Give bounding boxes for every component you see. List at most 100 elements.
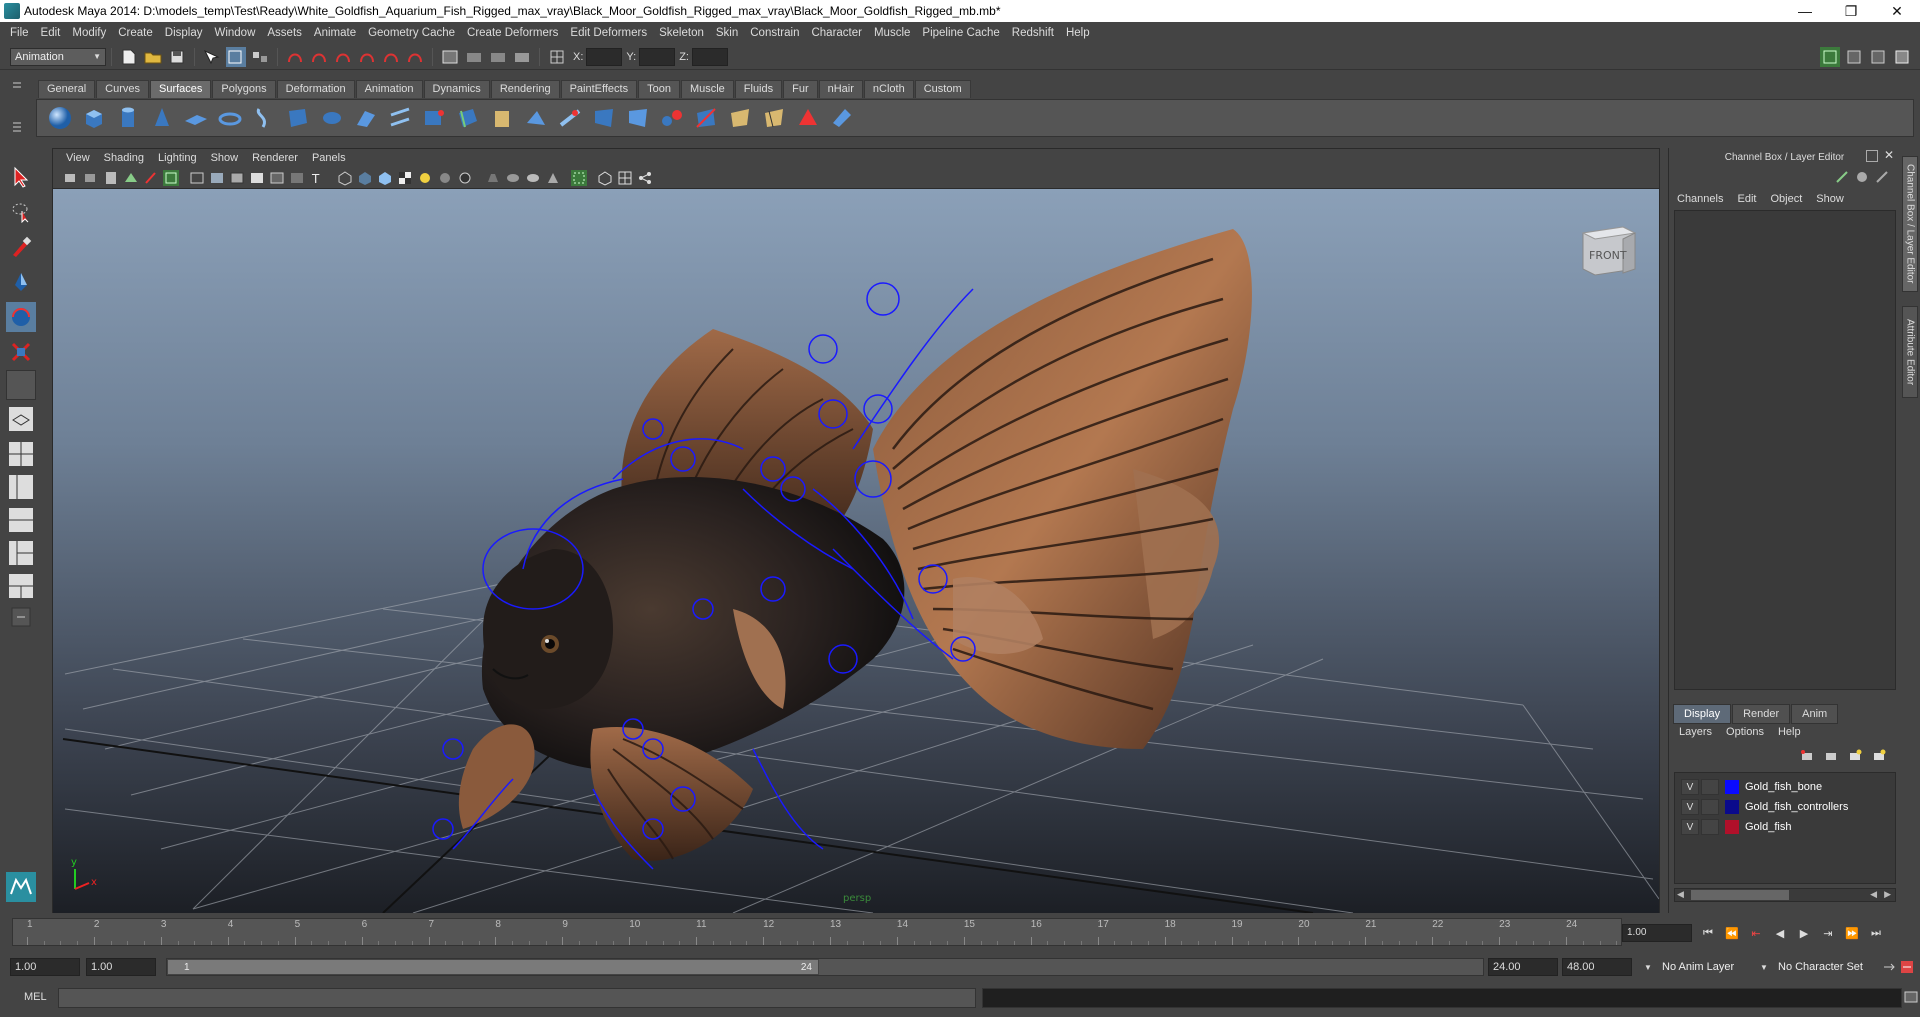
channel-box-pin-icon[interactable] <box>1874 169 1890 185</box>
layer-menu-layers[interactable]: Layers <box>1679 726 1712 738</box>
layer-visibility-toggle[interactable]: V <box>1681 819 1699 835</box>
layer-menu-options[interactable]: Options <box>1726 726 1764 738</box>
vtab-channel-box[interactable]: Channel Box / Layer Editor <box>1902 156 1918 292</box>
x-field[interactable] <box>586 47 623 66</box>
resolution-gate-icon[interactable] <box>485 170 501 186</box>
new-scene-icon[interactable] <box>119 47 139 67</box>
move-layer-down-icon[interactable] <box>1823 748 1839 764</box>
attach-icon[interactable] <box>657 103 687 133</box>
intersect-icon[interactable] <box>555 103 585 133</box>
menu-edit-deformers[interactable]: Edit Deformers <box>564 27 653 39</box>
snap-grid-icon[interactable] <box>285 47 305 67</box>
revolve-icon[interactable] <box>249 103 279 133</box>
bookmarks-icon[interactable] <box>103 170 119 186</box>
shelf-tab-deformation[interactable]: Deformation <box>276 80 355 98</box>
shadows-icon[interactable] <box>417 170 433 186</box>
lasso-tool-icon[interactable] <box>6 197 36 227</box>
step-forward-key-icon[interactable]: ⏩ <box>1840 924 1864 942</box>
outliner-persp-layout-icon[interactable] <box>6 571 36 601</box>
channel-list[interactable] <box>1674 210 1896 690</box>
mel-label[interactable]: MEL <box>24 991 47 1003</box>
menu-skeleton[interactable]: Skeleton <box>653 27 710 39</box>
cb-menu-edit[interactable]: Edit <box>1737 193 1756 205</box>
insert-isoparm-icon[interactable] <box>759 103 789 133</box>
motion-blur-icon[interactable] <box>457 170 473 186</box>
z-field[interactable] <box>691 47 728 66</box>
time-slider-track[interactable]: 1 2 3 4 5 6 7 8 9 10 11 12 13 14 15 16 17 18 19 20 21 22 23 24 <box>12 918 1622 946</box>
playback-start-field[interactable]: 1.00 <box>86 958 156 976</box>
loft-icon[interactable] <box>283 103 313 133</box>
four-pane-layout-icon[interactable] <box>6 439 36 469</box>
snap-curve-icon[interactable] <box>309 47 329 67</box>
texture-icon[interactable]: T <box>309 170 325 186</box>
rotate-tool-icon[interactable] <box>6 302 36 332</box>
shelf-tab-fur[interactable]: Fur <box>783 80 818 98</box>
vp-menu-shading[interactable]: Shading <box>97 152 151 164</box>
layer-menu-help[interactable]: Help <box>1778 726 1801 738</box>
transform-mode-icon[interactable] <box>547 47 567 67</box>
detach-icon[interactable] <box>691 103 721 133</box>
layer-tab-anim[interactable]: Anim <box>1791 704 1839 724</box>
select-component-icon[interactable] <box>250 47 270 67</box>
minimize-button[interactable]: — <box>1782 0 1828 22</box>
layer-reference-toggle[interactable] <box>1701 779 1719 795</box>
open-scene-icon[interactable] <box>143 47 163 67</box>
extrude-icon[interactable] <box>351 103 381 133</box>
menu-character[interactable]: Character <box>805 27 868 39</box>
paint-select-tool-icon[interactable] <box>6 232 36 262</box>
close-button[interactable]: ✕ <box>1874 0 1920 22</box>
menu-animate[interactable]: Animate <box>308 27 362 39</box>
layer-color-swatch[interactable] <box>1725 780 1739 794</box>
toolbox-menu-icon[interactable] <box>6 602 36 632</box>
scroll-left-icon[interactable]: ◀ <box>1677 889 1684 900</box>
start-time-field[interactable]: 1.00 <box>10 958 80 976</box>
snap-point-icon[interactable] <box>333 47 353 67</box>
nurbs-torus-icon[interactable] <box>215 103 245 133</box>
wireframe-icon[interactable] <box>189 170 205 186</box>
playback-end-field[interactable]: 24.00 <box>1488 958 1558 976</box>
y-field[interactable] <box>639 47 676 66</box>
rebuild-icon[interactable] <box>725 103 755 133</box>
shelf-tab-curves[interactable]: Curves <box>96 80 149 98</box>
close-panel-icon[interactable]: ✕ <box>1884 148 1894 162</box>
bevel-icon[interactable] <box>487 103 517 133</box>
menu-muscle[interactable]: Muscle <box>868 27 916 39</box>
step-back-frame-icon[interactable]: ⇤ <box>1744 924 1768 942</box>
film-gate-icon[interactable] <box>597 170 613 186</box>
layer-color-swatch[interactable] <box>1725 800 1739 814</box>
shelf-tab-dynamics[interactable]: Dynamics <box>423 80 490 98</box>
selected-lights-icon[interactable] <box>377 170 393 186</box>
field-chart-icon[interactable] <box>525 170 541 186</box>
shelf-tab-nhair[interactable]: nHair <box>818 80 863 98</box>
vp-menu-show[interactable]: Show <box>204 152 246 164</box>
paint-surface-icon[interactable] <box>827 103 857 133</box>
wireframe-on-shaded-icon[interactable] <box>229 170 245 186</box>
menu-pipeline-cache[interactable]: Pipeline Cache <box>916 27 1005 39</box>
step-forward-frame-icon[interactable]: ⇥ <box>1816 924 1840 942</box>
scroll-thumb[interactable] <box>1691 890 1789 900</box>
ipr-render-icon[interactable] <box>488 47 508 67</box>
vp-menu-view[interactable]: View <box>59 152 97 164</box>
select-camera-icon[interactable] <box>63 170 79 186</box>
safe-action-icon[interactable] <box>545 170 561 186</box>
attribute-editor-toggle-icon[interactable] <box>1844 47 1864 67</box>
smooth-shade-icon[interactable] <box>209 170 225 186</box>
layer-row[interactable]: V Gold_fish_controllers <box>1675 797 1895 817</box>
use-default-material-icon[interactable] <box>289 170 305 186</box>
menu-display[interactable]: Display <box>159 27 209 39</box>
shelf-tab-muscle[interactable]: Muscle <box>680 80 734 98</box>
move-layer-up-icon[interactable] <box>1799 748 1815 764</box>
square-surface-icon[interactable] <box>453 103 483 133</box>
layer-visibility-toggle[interactable]: V <box>1681 799 1699 815</box>
nurbs-plane-icon[interactable] <box>181 103 211 133</box>
menu-constrain[interactable]: Constrain <box>744 27 805 39</box>
step-back-key-icon[interactable]: ⏪ <box>1720 924 1744 942</box>
project-curve-icon[interactable] <box>521 103 551 133</box>
save-scene-icon[interactable] <box>167 47 187 67</box>
cb-menu-channels[interactable]: Channels <box>1677 193 1723 205</box>
layer-tab-render[interactable]: Render <box>1732 704 1791 724</box>
image-plane-icon[interactable] <box>123 170 139 186</box>
play-backwards-icon[interactable]: ◀ <box>1768 924 1792 942</box>
character-set-dropdown[interactable]: ▼ No Character Set <box>1760 958 1880 976</box>
go-to-start-icon[interactable]: ⏮ <box>1696 924 1720 942</box>
